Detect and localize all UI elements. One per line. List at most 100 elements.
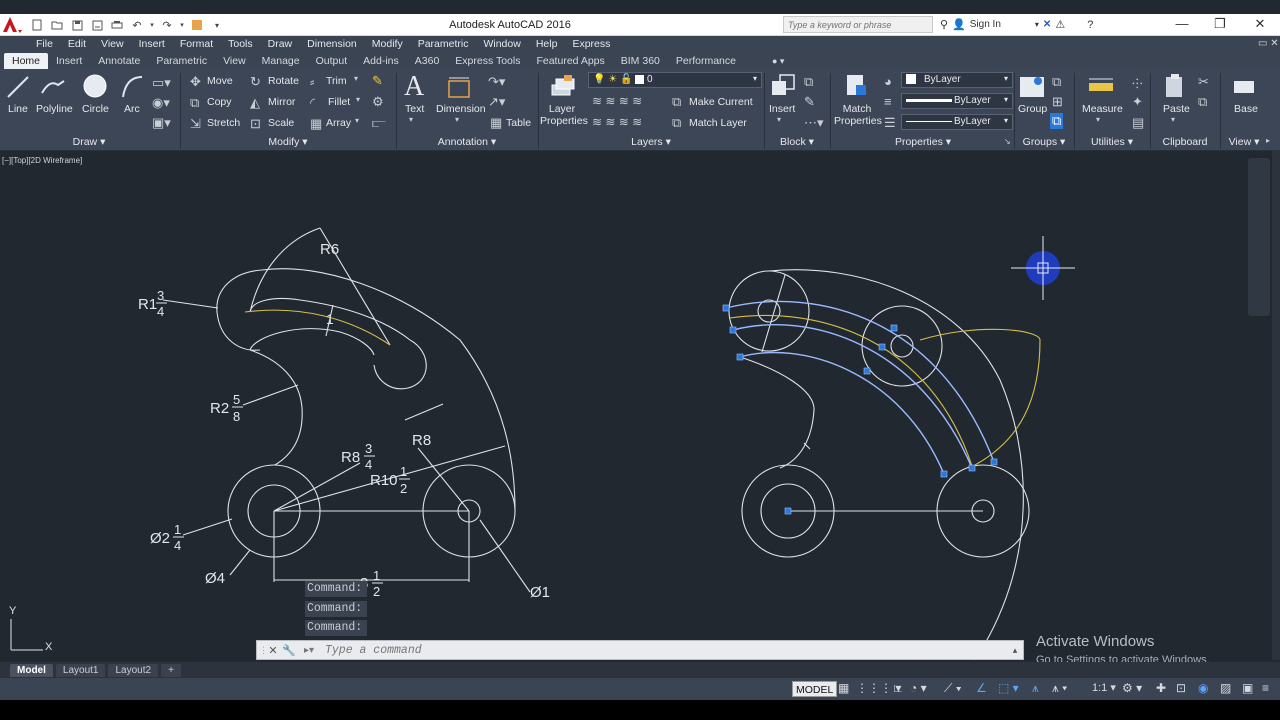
menu-modify[interactable]: Modify xyxy=(372,38,403,50)
autocad-logo-icon[interactable] xyxy=(0,14,24,36)
ribbon-options-icon[interactable]: ● ▾ xyxy=(764,53,792,69)
grip[interactable] xyxy=(878,343,886,351)
menu-edit[interactable]: Edit xyxy=(68,38,86,50)
command-input[interactable] xyxy=(321,641,1007,659)
hardware-acceleration-icon[interactable]: ▨ xyxy=(1220,681,1231,695)
tab-layout2[interactable]: Layout2 xyxy=(108,663,159,677)
group-selection-icon[interactable]: ⧉ xyxy=(1050,113,1064,129)
stretch-button[interactable]: Stretch xyxy=(207,117,240,129)
fillet-dropdown-icon[interactable]: ▾ xyxy=(356,95,360,104)
insert-dropdown-icon[interactable]: ▾ xyxy=(777,115,781,124)
cut-icon[interactable]: ✂ xyxy=(1198,74,1209,90)
layer-dropdown[interactable]: 💡 ☀ 🔓 0 ▾ xyxy=(588,72,762,88)
add-layout-icon[interactable]: + xyxy=(161,663,181,677)
grip[interactable] xyxy=(784,507,792,515)
open-file-icon[interactable] xyxy=(48,17,66,33)
color-dropdown[interactable]: ByLayer ▾ xyxy=(901,72,1013,88)
ortho-icon[interactable]: ∟ xyxy=(892,681,904,695)
base-button[interactable]: Base xyxy=(1234,103,1258,115)
measure-button[interactable]: Measure xyxy=(1082,103,1123,115)
block-panel-title[interactable]: Block ▾ xyxy=(766,136,828,150)
create-block-icon[interactable]: ⧉ xyxy=(804,74,813,90)
tab-featured-apps[interactable]: Featured Apps xyxy=(528,53,612,69)
undo-dropdown-icon[interactable]: ▾ xyxy=(148,17,156,33)
fillet-button[interactable]: Fillet xyxy=(328,96,350,108)
dimension-button[interactable]: Dimension xyxy=(436,103,486,115)
layers-panel-title[interactable]: Layers ▾ xyxy=(540,136,762,150)
grip[interactable] xyxy=(729,326,737,334)
workspace-gear-icon[interactable]: ⚙ ▾ xyxy=(1122,681,1142,695)
object-snap-tracking-icon[interactable]: ∠ xyxy=(976,681,987,695)
layer-tools-2-icon[interactable]: ≋ ≋ ≋ ≋ xyxy=(592,115,642,129)
grip[interactable] xyxy=(990,458,998,466)
text-dropdown-icon[interactable]: ▾ xyxy=(409,115,413,124)
modify-panel-title[interactable]: Modify ▾ xyxy=(182,136,394,150)
erase-icon[interactable]: ✎ xyxy=(372,73,383,89)
quick-select-icon[interactable]: ⸭ xyxy=(1132,74,1143,92)
clipboard-panel-title[interactable]: Clipboard xyxy=(1152,136,1218,150)
share-icon[interactable] xyxy=(188,17,206,33)
ungroup-icon[interactable]: ⧉ xyxy=(1052,74,1061,90)
text-tool-icon[interactable]: A xyxy=(404,71,424,103)
array-button[interactable]: Array xyxy=(326,117,351,129)
tab-parametric[interactable]: Parametric xyxy=(148,53,215,69)
redo-dropdown-icon[interactable]: ▾ xyxy=(178,17,186,33)
layer-tools-icon[interactable]: ≋ ≋ ≋ ≋ xyxy=(592,94,642,108)
navigation-bar[interactable] xyxy=(1248,158,1270,316)
menu-express[interactable]: Express xyxy=(572,38,610,50)
explode-icon[interactable]: ⚙ xyxy=(372,94,384,110)
boundary-icon[interactable]: ▣▾ xyxy=(152,115,171,131)
drawing-canvas[interactable]: R6 R1 3 4 R2 5 8 R8 R8 3 4 R10 1 2 Ø2 1 … xyxy=(0,150,1280,662)
grip[interactable] xyxy=(722,304,730,312)
ribbon-collapse-icon[interactable]: ▭ ✕ xyxy=(1258,38,1279,49)
menu-help[interactable]: Help xyxy=(536,38,558,50)
polar-icon[interactable]: ◔ ▾ xyxy=(910,681,927,695)
tab-model[interactable]: Model xyxy=(10,663,53,677)
group-button[interactable]: Group xyxy=(1018,103,1047,115)
maximize-button[interactable]: ❐ xyxy=(1200,14,1240,36)
annotation-panel-title[interactable]: Annotation ▾ xyxy=(398,136,536,150)
tab-express-tools[interactable]: Express Tools xyxy=(447,53,528,69)
chevron-down-icon[interactable]: ▾ xyxy=(1035,20,1039,29)
rotate-button[interactable]: Rotate xyxy=(268,75,299,87)
grip[interactable] xyxy=(940,470,948,478)
match-properties-icon[interactable] xyxy=(844,73,870,104)
plot-icon[interactable] xyxy=(108,17,126,33)
tab-annotate[interactable]: Annotate xyxy=(90,53,148,69)
close-button[interactable]: ✕ xyxy=(1240,14,1280,36)
view-panel-title[interactable]: View ▾ xyxy=(1220,136,1268,150)
leader-icon[interactable]: ↷▾ xyxy=(488,74,505,90)
make-current-button[interactable]: Make Current xyxy=(689,96,753,108)
isodraft-icon[interactable]: ⟋ ▾ xyxy=(944,681,962,696)
customization-icon[interactable]: ≡ xyxy=(1262,681,1269,695)
group-icon[interactable] xyxy=(1018,73,1046,104)
line-button[interactable]: Line xyxy=(8,103,28,115)
polyline-tool-icon[interactable] xyxy=(40,75,66,104)
menu-draw[interactable]: Draw xyxy=(268,38,293,50)
menu-file[interactable]: File xyxy=(36,38,53,50)
edit-block-icon[interactable]: ✎ xyxy=(804,94,815,110)
table-button[interactable]: Table xyxy=(506,117,531,129)
autoscale-icon[interactable]: ⩚ ▾ xyxy=(1052,681,1067,696)
edit-attributes-icon[interactable]: ⋯▾ xyxy=(804,115,824,131)
tab-a360[interactable]: A360 xyxy=(407,53,448,69)
menu-insert[interactable]: Insert xyxy=(139,38,165,50)
tab-output[interactable]: Output xyxy=(308,53,356,69)
annotation-visibility-icon[interactable]: ⩚ xyxy=(1032,681,1039,696)
circle-button[interactable]: Circle xyxy=(82,103,109,115)
insert-button[interactable]: Insert xyxy=(769,103,795,115)
hatch-icon[interactable]: ◉▾ xyxy=(152,95,170,111)
menu-format[interactable]: Format xyxy=(180,38,213,50)
tab-add-ins[interactable]: Add-ins xyxy=(355,53,407,69)
layer-properties-icon[interactable] xyxy=(550,73,576,104)
line-tool-icon[interactable] xyxy=(6,75,30,104)
chevron-up-icon[interactable]: ▴ xyxy=(1007,645,1023,656)
help-search-input[interactable] xyxy=(783,16,933,33)
offset-icon[interactable]: ⫍ xyxy=(372,115,386,131)
trim-button[interactable]: Trim xyxy=(326,75,347,87)
close-icon[interactable]: ✕ xyxy=(265,644,281,657)
save-icon[interactable] xyxy=(68,17,86,33)
insert-block-icon[interactable] xyxy=(770,73,796,104)
tab-insert[interactable]: Insert xyxy=(48,53,90,69)
grid-icon[interactable]: ▦ xyxy=(838,681,849,695)
